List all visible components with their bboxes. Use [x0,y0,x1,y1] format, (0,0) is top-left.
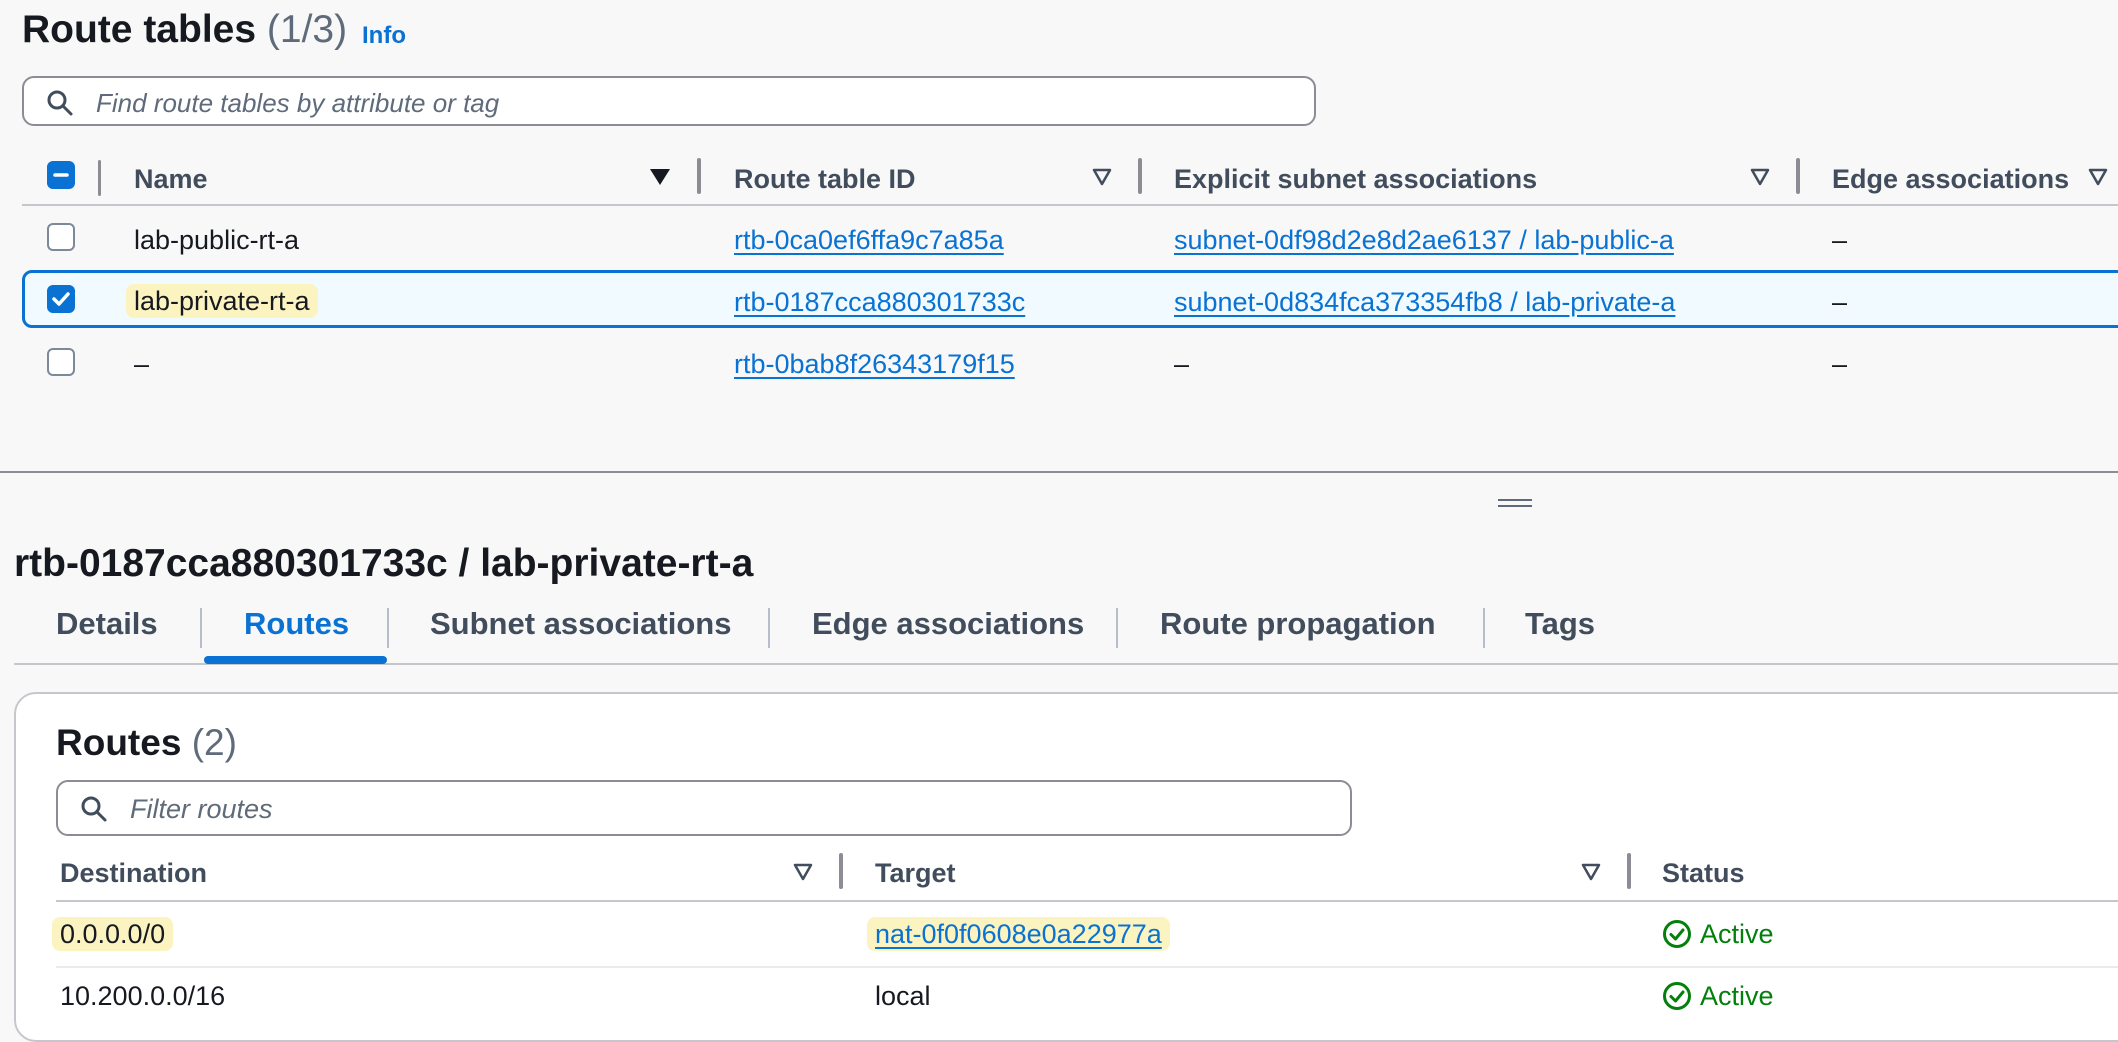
subnet-association-link[interactable]: subnet-0df98d2e8d2ae6137 / lab-public-a [1174,225,1674,256]
row-checkbox[interactable] [47,348,75,376]
edge-associations-value: – [1832,287,1848,317]
column-header-name[interactable]: Name [134,164,208,195]
column-resizer[interactable] [1627,853,1631,889]
edge-associations-value: – [1832,349,1848,379]
info-link[interactable]: Info [362,22,406,50]
table-row [56,968,2118,1030]
drag-handle-icon [1498,499,1532,501]
route-target: nat-0f0f0608e0a22977a [867,917,1170,951]
page-title: Route tables (1/3) [22,8,348,51]
sort-icon[interactable] [792,862,814,882]
tab-route-propagation[interactable]: Route propagation [1160,606,1436,642]
search-placeholder: Find route tables by attribute or tag [96,88,500,118]
check-icon [52,292,70,306]
sort-icon[interactable] [1091,167,1113,187]
search-icon [47,90,73,116]
route-destination: 0.0.0.0/0 [52,917,174,951]
column-header-status[interactable]: Status [1662,858,1745,889]
status-badge: Active [1662,981,1774,1012]
drag-handle-icon [1498,505,1532,507]
search-icon [81,796,107,822]
column-header-edge-associations[interactable]: Edge associations [1832,164,2069,195]
tab-divider [200,608,202,648]
subnet-association-value: – [1174,349,1190,379]
nat-gateway-link[interactable]: nat-0f0f0608e0a22977a [875,919,1162,949]
sort-icon[interactable] [1580,862,1602,882]
route-target: local [875,981,931,1011]
sort-icon[interactable] [1749,167,1771,187]
column-resizer[interactable] [1796,158,1800,194]
split-panel-divider [0,471,2118,473]
row-checkbox-checked[interactable] [47,285,75,313]
route-table-name: lab-private-rt-a [126,284,318,318]
column-header-destination[interactable]: Destination [60,858,207,889]
tab-tags[interactable]: Tags [1525,606,1595,642]
column-header-route-table-id[interactable]: Route table ID [734,164,916,195]
column-resizer[interactable] [1138,158,1142,194]
column-header-explicit-subnet-associations[interactable]: Explicit subnet associations [1174,164,1537,195]
column-resizer[interactable] [697,158,701,194]
routes-filter-input[interactable]: Filter routes [56,780,1352,836]
status-badge: Active [1662,919,1774,950]
tab-divider [768,608,770,648]
subnet-association-link[interactable]: subnet-0d834fca373354fb8 / lab-private-a [1174,287,1675,318]
selection-count: (1/3) [266,8,348,51]
sort-descending-icon[interactable] [648,167,672,187]
tab-routes[interactable]: Routes [244,606,349,642]
edge-associations-value: – [1832,225,1848,255]
table-row[interactable] [22,208,2118,266]
route-table-name: lab-public-rt-a [134,225,300,255]
active-tab-indicator [204,656,387,664]
tab-divider [1483,608,1485,648]
tab-divider [1116,608,1118,648]
split-panel-resize-handle[interactable] [1490,490,1540,514]
table-row[interactable] [22,332,2118,390]
route-table-id-link[interactable]: rtb-0ca0ef6ffa9c7a85a [734,225,1004,256]
success-check-icon [1663,982,1691,1010]
column-resizer[interactable] [839,853,843,889]
filter-placeholder: Filter routes [130,794,273,824]
table-row-selected[interactable] [22,270,2118,328]
sort-icon[interactable] [2087,167,2109,187]
column-header-target[interactable]: Target [875,858,956,889]
tab-divider [387,608,389,648]
column-divider [98,160,101,196]
success-check-icon [1663,920,1691,948]
select-all-checkbox[interactable] [47,161,75,189]
route-destination: 10.200.0.0/16 [60,981,226,1011]
header-divider [22,204,2118,206]
route-table-id-link[interactable]: rtb-0bab8f26343179f15 [734,349,1015,380]
route-table-id-link[interactable]: rtb-0187cca880301733c [734,287,1025,318]
tab-subnet-associations[interactable]: Subnet associations [430,606,731,642]
routes-count: (2) [191,722,237,763]
route-tables-search-input[interactable]: Find route tables by attribute or tag [22,76,1316,126]
routes-title: Routes (2) [56,722,237,763]
route-table-name: – [134,349,150,379]
minus-icon [53,173,69,177]
row-checkbox[interactable] [47,223,75,251]
tab-details[interactable]: Details [56,606,158,642]
tab-edge-associations[interactable]: Edge associations [812,606,1084,642]
detail-title: rtb-0187cca880301733c / lab-private-rt-a [14,542,754,585]
